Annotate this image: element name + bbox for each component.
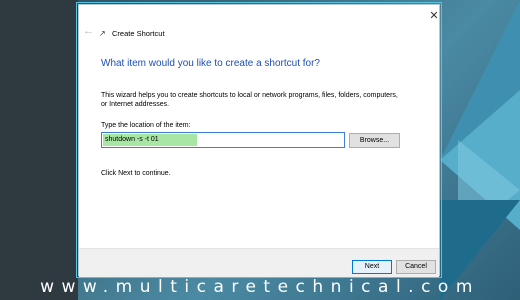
cancel-button[interactable]: Cancel (396, 260, 436, 274)
location-input-value: shutdown -s -t 01 (105, 136, 159, 143)
title-bar: ← ↗ Create Shortcut ✕ (79, 5, 439, 51)
continue-hint: Click Next to continue. (101, 170, 171, 177)
back-arrow-icon[interactable]: ← (83, 25, 95, 37)
location-input[interactable]: shutdown -s -t 01 (101, 132, 345, 148)
location-label: Type the location of the item: (101, 122, 191, 129)
browse-button[interactable]: Browse... (349, 133, 400, 148)
window-title: Create Shortcut (112, 29, 165, 38)
dialog-footer: Next Cancel (79, 248, 439, 277)
background-decoration (440, 0, 520, 300)
page-heading: What item would you like to create a sho… (101, 58, 320, 69)
shortcut-icon: ↗ (99, 29, 106, 38)
create-shortcut-dialog: ← ↗ Create Shortcut ✕ What item would yo… (78, 4, 440, 277)
watermark-text: www.multicaretechnical.com (40, 277, 480, 297)
wizard-description: This wizard helps you to create shortcut… (101, 92, 398, 108)
close-icon[interactable]: ✕ (428, 10, 440, 22)
next-button[interactable]: Next (352, 260, 392, 274)
background-left-panel (0, 0, 78, 300)
